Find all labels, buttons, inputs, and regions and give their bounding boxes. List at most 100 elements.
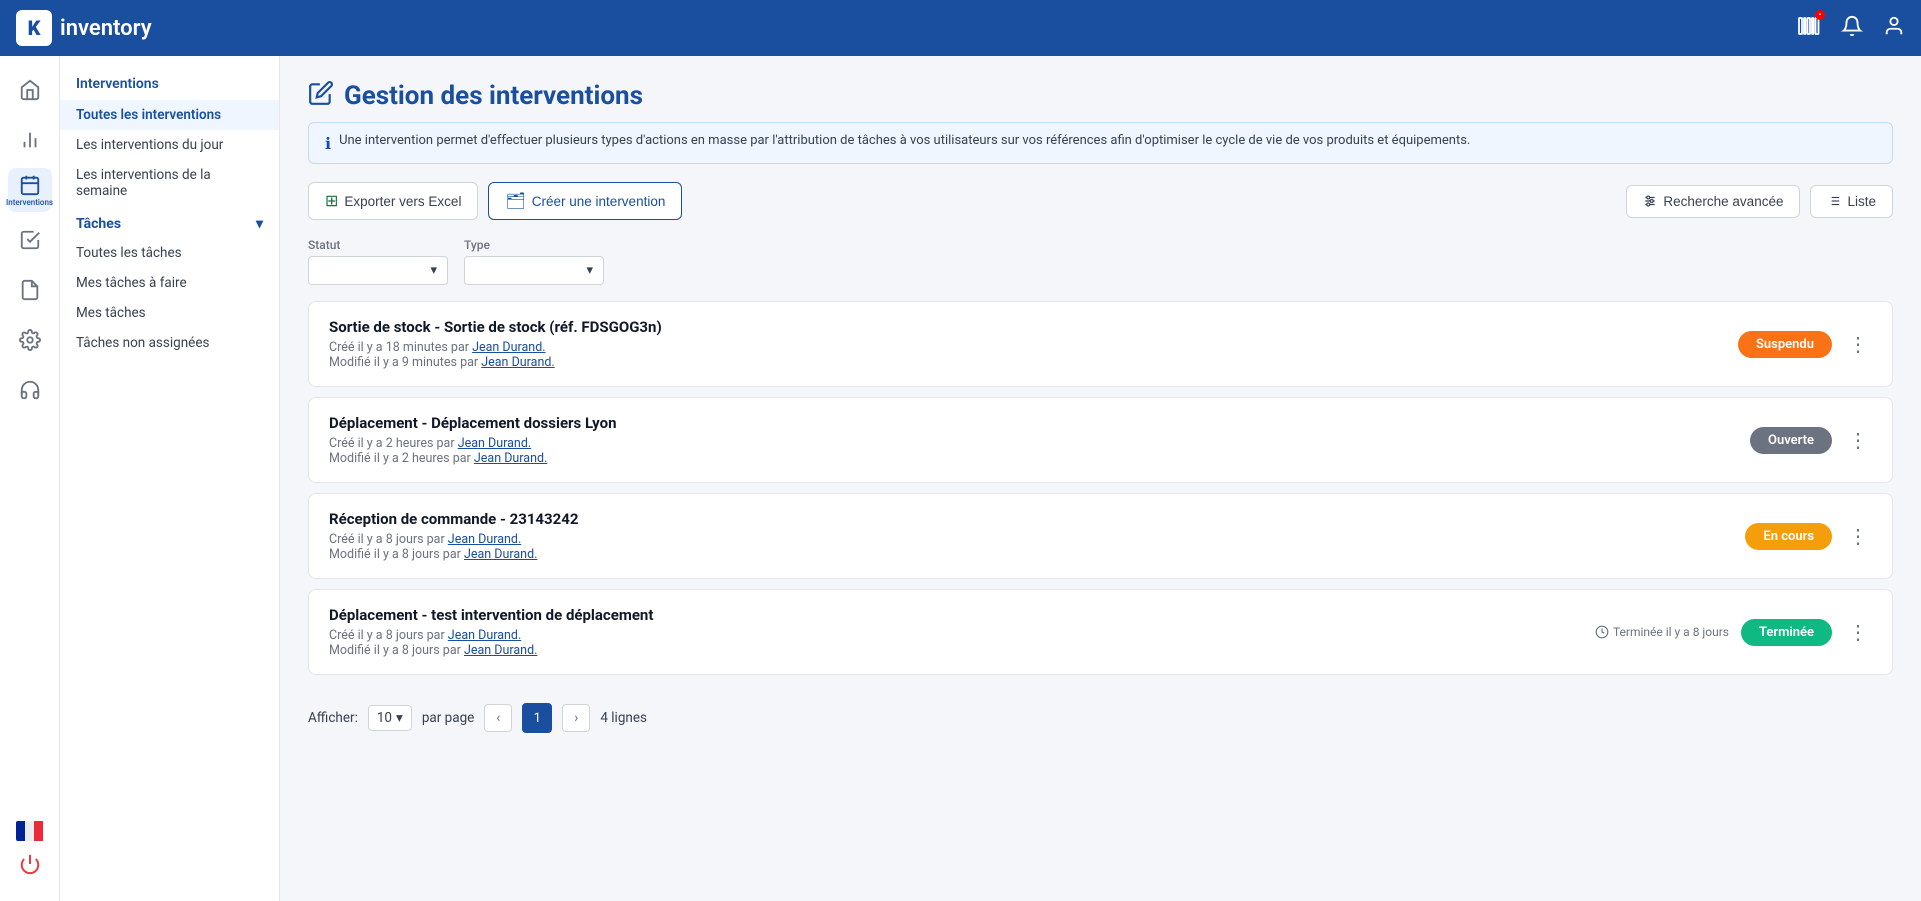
card-creator-link-3[interactable]: Jean Durand. [448,532,521,547]
intervention-card-3: Réception de commande - 23143242 Créé il… [308,493,1893,579]
card-modifier-link-2[interactable]: Jean Durand. [474,451,547,466]
power-button[interactable] [19,853,41,881]
card-meta-modified-4: Modifié il y a 8 jours par Jean Durand. [329,643,653,658]
page-title-icon [308,80,334,112]
intervention-card-1: Sortie de stock - Sortie de stock (réf. … [308,301,1893,387]
filter-statut-select[interactable]: ▾ [308,256,448,285]
status-badge-1: Suspendu [1738,331,1832,358]
page-1-button[interactable]: 1 [522,703,552,733]
card-meta-modified-3: Modifié il y a 8 jours par Jean Durand. [329,547,578,562]
filter-statut-label: Statut [308,238,448,252]
per-page-chevron-icon: ▾ [396,710,403,726]
per-page-select[interactable]: 10 ▾ [368,705,412,731]
chevron-down-icon: ▾ [256,216,263,232]
status-badge-4: Terminée [1741,619,1832,646]
card-meta-created-2: Créé il y a 2 heures par Jean Durand. [329,436,616,451]
sidebar-item-settings[interactable] [8,318,52,362]
card-modifier-link-4[interactable]: Jean Durand. [464,643,537,658]
card-title-3: Réception de commande - 23143242 [329,510,578,528]
more-options-button-3[interactable]: ⋮ [1844,520,1872,552]
nav-item-taches-non-assignees[interactable]: Tâches non assignées [60,328,279,358]
left-navigation: Interventions Toutes les interventions L… [60,56,280,901]
interventions-list: Sortie de stock - Sortie de stock (réf. … [308,301,1893,675]
advanced-search-button[interactable]: Recherche avancée [1626,185,1800,218]
card-right-4: Terminée il y a 8 jours Terminée ⋮ [1595,616,1872,648]
par-page-label: par page [422,710,475,726]
total-lines: 4 lignes [600,710,647,726]
page-prev-button[interactable]: ‹ [484,704,512,732]
nav-item-mes-taches[interactable]: Mes tâches [60,298,279,328]
card-right-1: Suspendu ⋮ [1738,328,1872,360]
nav-item-toutes-taches[interactable]: Toutes les tâches [60,238,279,268]
barcode-icon[interactable]: • [1797,14,1821,43]
chevron-down-statut-icon: ▾ [430,263,437,278]
create-icon: 🗂 [505,191,525,211]
app-logo[interactable]: K inventory [16,10,152,46]
content-area: Gestion des interventions ℹ Une interven… [280,56,1921,901]
card-meta-modified-2: Modifié il y a 2 heures par Jean Durand. [329,451,616,466]
excel-icon: ⊞ [325,191,338,211]
status-badge-2: Ouverte [1750,427,1832,454]
sidebar-item-interventions[interactable]: Interventions [8,168,52,212]
notification-bell-icon[interactable] [1841,15,1863,42]
topnav-right: • [1797,14,1905,43]
card-right-2: Ouverte ⋮ [1750,424,1872,456]
more-options-button-1[interactable]: ⋮ [1844,328,1872,360]
card-content-2: Déplacement - Déplacement dossiers Lyon … [329,414,616,466]
language-flag[interactable] [16,821,44,845]
export-excel-button[interactable]: ⊞ Exporter vers Excel [308,182,478,220]
user-profile-icon[interactable] [1883,15,1905,42]
sidebar-item-analytics[interactable] [8,118,52,162]
toolbar-right: Recherche avancée Liste [1626,185,1893,218]
card-meta-created-1: Créé il y a 18 minutes par Jean Durand. [329,340,662,355]
card-creator-link-2[interactable]: Jean Durand. [458,436,531,451]
more-options-button-4[interactable]: ⋮ [1844,616,1872,648]
sidebar-item-documents[interactable] [8,268,52,312]
list-icon [1827,194,1841,208]
per-page-value: 10 [377,710,392,726]
sidebar-item-tasks-check[interactable] [8,218,52,262]
page-next-button[interactable]: › [562,704,590,732]
top-navbar: K inventory • [0,0,1921,56]
afficher-label: Afficher: [308,710,358,726]
sidebar-item-home[interactable] [8,68,52,112]
page-header: Gestion des interventions [308,80,1893,112]
card-meta-created-3: Créé il y a 8 jours par Jean Durand. [329,532,578,547]
sliders-icon [1643,194,1657,208]
main-layout: Interventions [0,56,1921,901]
nav-group-taches[interactable]: Tâches ▾ [60,206,279,238]
nav-item-toutes-interventions[interactable]: Toutes les interventions [60,100,279,130]
intervention-card-2: Déplacement - Déplacement dossiers Lyon … [308,397,1893,483]
filter-statut-group: Statut ▾ [308,238,448,285]
card-content-1: Sortie de stock - Sortie de stock (réf. … [329,318,662,370]
card-modifier-link-3[interactable]: Jean Durand. [464,547,537,562]
nav-item-interventions-jour[interactable]: Les interventions du jour [60,130,279,160]
nav-item-mes-taches-faire[interactable]: Mes tâches à faire [60,268,279,298]
chevron-down-type-icon: ▾ [586,263,593,278]
card-title-1: Sortie de stock - Sortie de stock (réf. … [329,318,662,336]
card-meta-modified-1: Modifié il y a 9 minutes par Jean Durand… [329,355,662,370]
intervention-card-4: Déplacement - test intervention de dépla… [308,589,1893,675]
list-view-button[interactable]: Liste [1810,185,1893,218]
nav-item-interventions-semaine[interactable]: Les interventions de la semaine [60,160,279,206]
sidebar-bottom [16,821,44,889]
card-modifier-link-1[interactable]: Jean Durand. [481,355,554,370]
card-right-3: En cours ⋮ [1745,520,1872,552]
card-creator-link-1[interactable]: Jean Durand. [472,340,545,355]
sidebar-item-support[interactable] [8,368,52,412]
toolbar-left: ⊞ Exporter vers Excel 🗂 Créer une interv… [308,182,682,220]
page-title: Gestion des interventions [344,81,643,111]
filter-type-label: Type [464,238,604,252]
card-creator-link-4[interactable]: Jean Durand. [448,628,521,643]
card-content-3: Réception de commande - 23143242 Créé il… [329,510,578,562]
filter-type-select[interactable]: ▾ [464,256,604,285]
sidebar-item-interventions-label: Interventions [6,198,53,207]
terminated-label: Terminée il y a 8 jours [1595,625,1729,639]
status-badge-3: En cours [1745,523,1832,550]
pagination-bar: Afficher: 10 ▾ par page ‹ 1 › 4 lignes [308,685,1893,741]
icon-sidebar: Interventions [0,56,60,901]
toolbar: ⊞ Exporter vers Excel 🗂 Créer une interv… [308,182,1893,220]
card-meta-created-4: Créé il y a 8 jours par Jean Durand. [329,628,653,643]
create-intervention-button[interactable]: 🗂 Créer une intervention [488,182,682,220]
more-options-button-2[interactable]: ⋮ [1844,424,1872,456]
